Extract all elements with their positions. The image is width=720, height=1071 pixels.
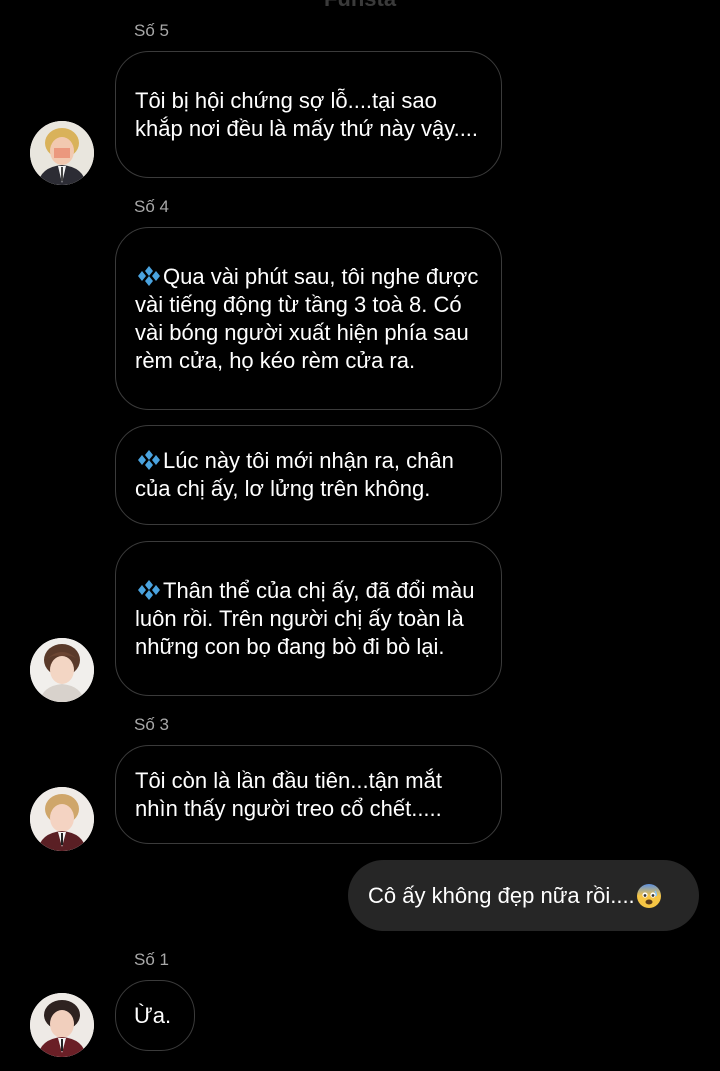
message-body: Lúc này tôi mới nhận ra, chân của chị ấy… (135, 447, 483, 503)
message-text: Thân thể của chị ấy, đã đổi màu luôn rồi… (135, 577, 475, 659)
sender-name: Số 4 (134, 197, 169, 216)
chat-header-title: Funsta (0, 0, 720, 12)
sender-name: Số 1 (134, 950, 169, 969)
message-body: Qua vài phút sau, tôi nghe được vài tiến… (135, 263, 483, 375)
message-bubble[interactable]: Tôi bị hội chứng sợ lỗ....tại sao khắp n… (115, 51, 502, 178)
message-text: Tôi bị hội chứng sợ lỗ....tại sao khắp n… (135, 87, 479, 141)
message-body: Thân thể của chị ấy, đã đổi màu luôn rồi… (135, 577, 483, 661)
avatar[interactable] (30, 993, 94, 1057)
message-text: Qua vài phút sau, tôi nghe được vài tiến… (135, 263, 479, 373)
message-text: Lúc này tôi mới nhận ra, chân của chị ấy… (135, 448, 454, 501)
message-text: Cô ấy không đẹp nữa rồi.... (368, 882, 635, 908)
chat-screen: Funsta Số 5 Tôi bị hội chứng sợ lỗ....tạ… (0, 0, 720, 1071)
fearful-face-icon (636, 883, 661, 908)
message-bubble[interactable]: Ừa. (115, 980, 195, 1051)
blue-diamond-icon (138, 265, 160, 286)
sender-name: Số 3 (134, 715, 169, 734)
sender-name: Số 5 (134, 21, 169, 40)
avatar[interactable] (30, 121, 94, 185)
message-text: Ừa. (134, 1002, 172, 1028)
message-bubble[interactable]: Qua vài phút sau, tôi nghe được vài tiến… (115, 227, 502, 410)
avatar[interactable] (30, 787, 94, 851)
message-bubble[interactable]: Lúc này tôi mới nhận ra, chân của chị ấy… (115, 425, 502, 525)
message-bubble[interactable]: Tôi còn là lần đầu tiên...tận mắt nhìn t… (115, 745, 502, 844)
avatar[interactable] (30, 638, 94, 702)
message-text: Tôi còn là lần đầu tiên...tận mắt nhìn t… (135, 767, 442, 821)
message-bubble[interactable]: Thân thể của chị ấy, đã đổi màu luôn rồi… (115, 541, 502, 696)
blue-diamond-icon (138, 579, 160, 600)
blue-diamond-icon (138, 450, 160, 470)
own-message-bubble[interactable]: Cô ấy không đẹp nữa rồi.... (348, 860, 699, 931)
